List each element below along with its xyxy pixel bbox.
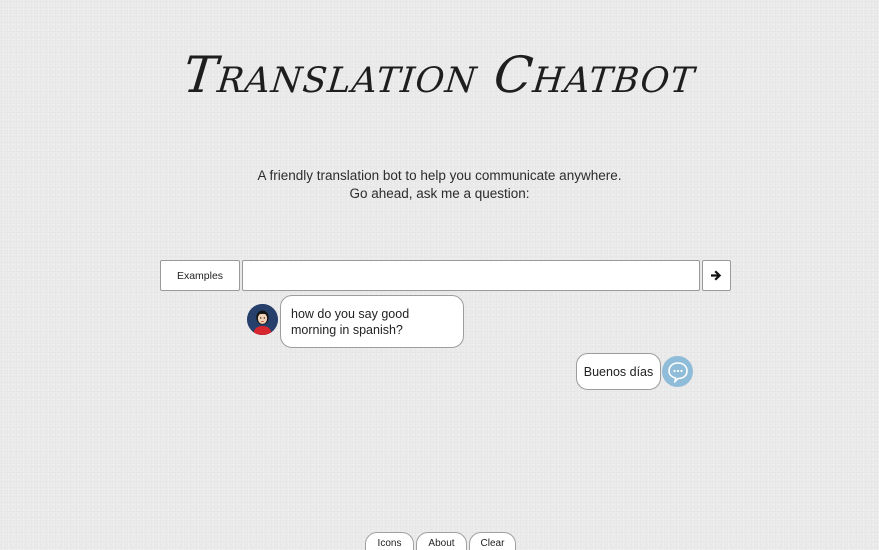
page-title: Translation Chatbot xyxy=(180,46,699,104)
footer-tabs: Icons About Clear xyxy=(0,532,879,550)
chat-input[interactable] xyxy=(242,260,700,291)
user-avatar xyxy=(247,304,278,335)
icons-button[interactable]: Icons xyxy=(365,532,414,550)
bot-message-text: Buenos días xyxy=(583,364,654,379)
bot-avatar xyxy=(662,356,693,387)
subtitle-line-2: Go ahead, ask me a question: xyxy=(349,186,530,201)
bot-message-bubble: Buenos días xyxy=(576,353,661,390)
examples-button[interactable]: Examples xyxy=(160,260,240,291)
arrow-right-icon xyxy=(711,270,722,281)
user-avatar-icon xyxy=(247,304,278,335)
user-message-bubble: how do you say good morning in spanish? xyxy=(280,295,464,348)
subtitle-line-1: A friendly translation bot to help you c… xyxy=(257,168,622,183)
user-message-text: how do you say good morning in spanish? xyxy=(291,307,410,337)
page-subtitle: A friendly translation bot to help you c… xyxy=(0,167,879,203)
send-button[interactable] xyxy=(702,260,731,291)
chat-bubble-icon xyxy=(667,361,688,383)
clear-button[interactable]: Clear xyxy=(469,532,516,550)
about-button[interactable]: About xyxy=(416,532,467,550)
